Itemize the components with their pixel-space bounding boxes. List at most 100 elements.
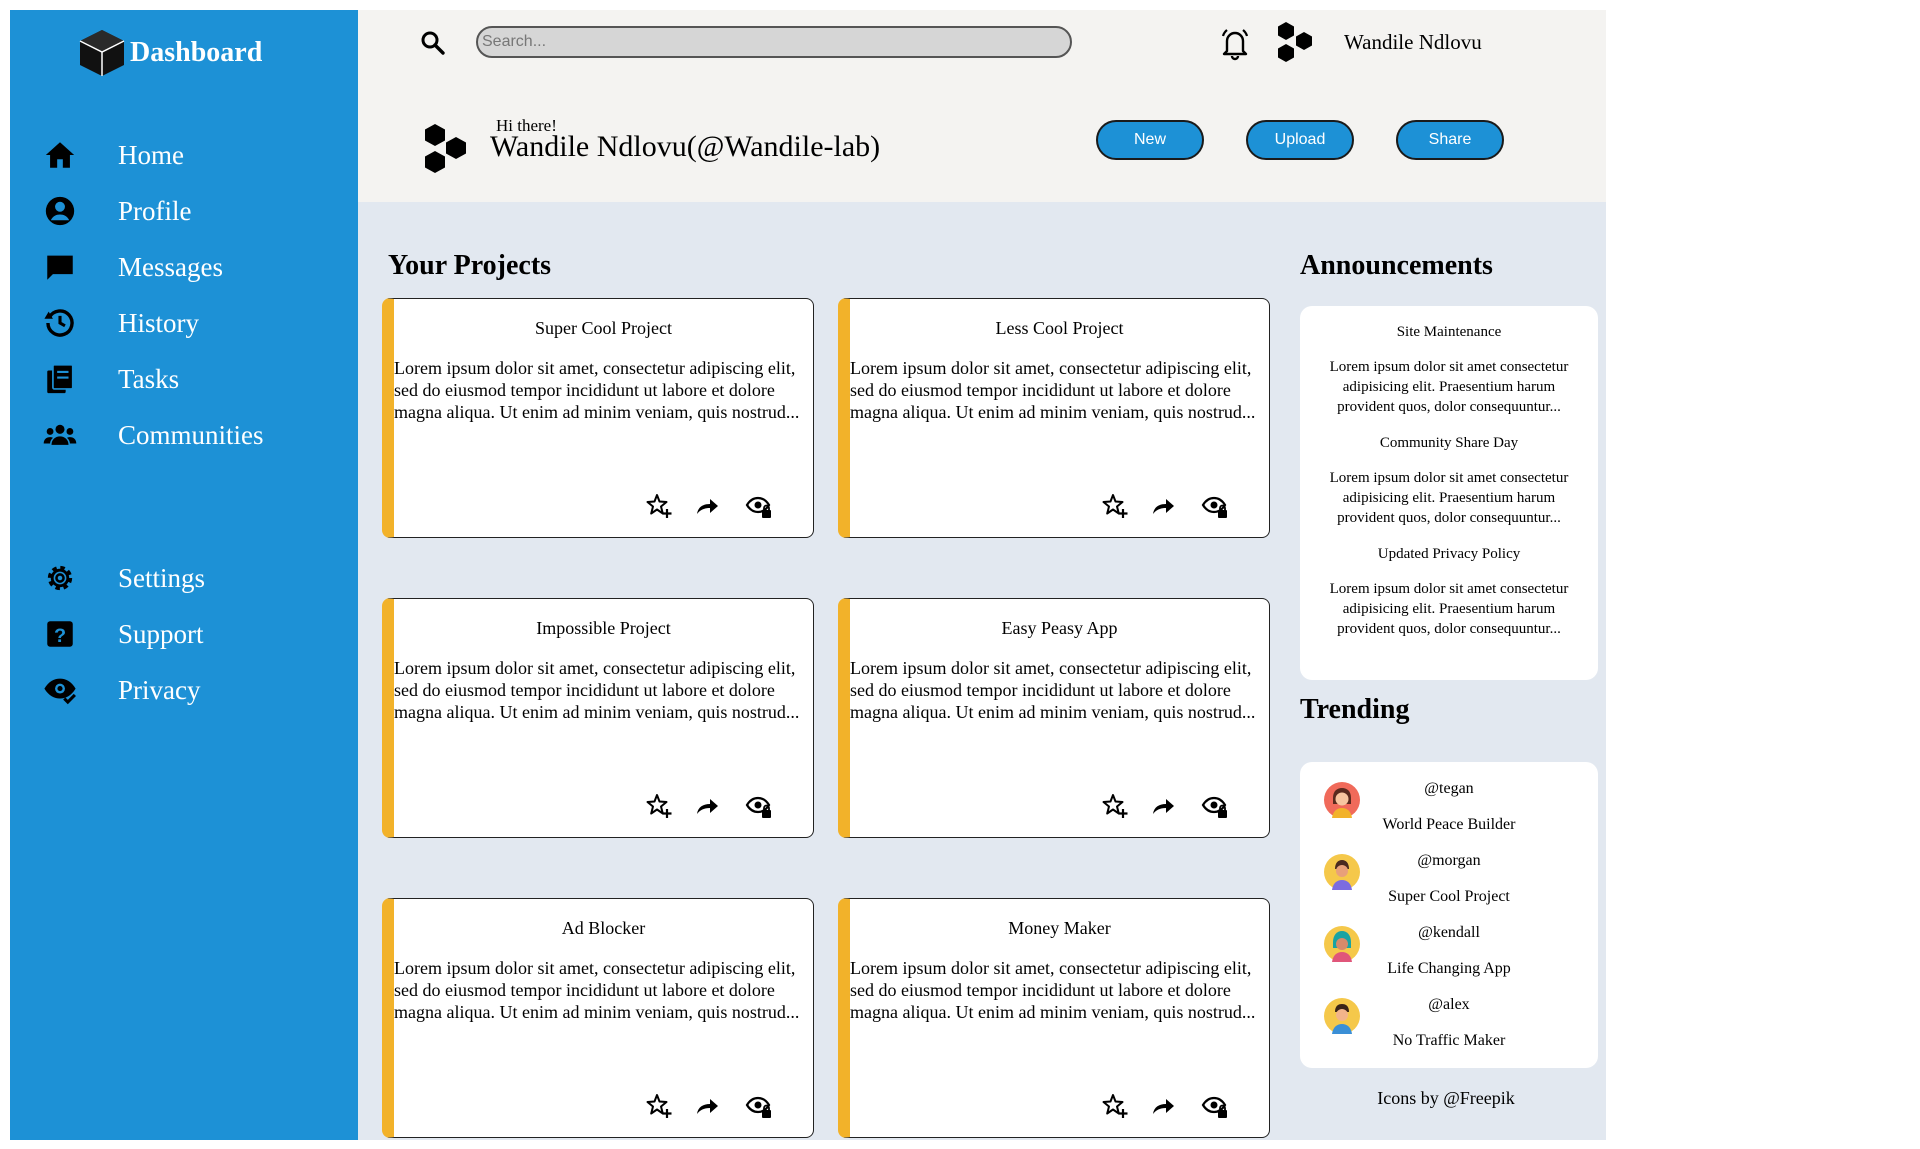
project-actions bbox=[1100, 491, 1230, 521]
user-avatar-icon[interactable] bbox=[1274, 20, 1318, 68]
project-actions bbox=[644, 1091, 774, 1121]
announcement-item[interactable]: Updated Privacy Policy Lorem ipsum dolor… bbox=[1300, 546, 1598, 639]
header-user-name[interactable]: Wandile Ndlovu bbox=[1344, 30, 1482, 55]
svg-text:?: ? bbox=[54, 625, 66, 647]
trending-project: Life Changing App bbox=[1387, 960, 1511, 977]
search-input[interactable] bbox=[476, 26, 1072, 58]
project-actions bbox=[1100, 1091, 1230, 1121]
visibility-lock-icon[interactable] bbox=[744, 1091, 774, 1121]
project-description: Lorem ipsum dolor sit amet, consectetur … bbox=[394, 958, 800, 1022]
tasks-icon bbox=[42, 361, 78, 397]
sidebar-item-label: Tasks bbox=[118, 363, 180, 394]
search-icon[interactable] bbox=[418, 28, 448, 58]
sidebar-nav-secondary: Settings ? Support Privacy bbox=[10, 550, 358, 718]
trending-item[interactable]: @kendall Life Changing App bbox=[1300, 906, 1598, 978]
project-title: Less Cool Project bbox=[995, 318, 1124, 338]
announcement-title: Community Share Day bbox=[1379, 435, 1519, 451]
visibility-lock-icon[interactable] bbox=[744, 791, 774, 821]
upload-button[interactable]: Upload bbox=[1246, 120, 1354, 160]
communities-icon bbox=[42, 417, 78, 453]
trending-project: Super Cool Project bbox=[1388, 888, 1510, 905]
share-arrow-icon[interactable] bbox=[692, 491, 722, 521]
main-content: Wandile Ndlovu Hi there! Wandile Ndlovu(… bbox=[358, 10, 1606, 1140]
user-handle: Wandile Ndlovu(@Wandile-lab) bbox=[490, 130, 881, 163]
project-card[interactable]: Less Cool Project Lorem ipsum dolor sit … bbox=[838, 298, 1270, 538]
favorite-star-icon[interactable] bbox=[1100, 1091, 1130, 1121]
visibility-lock-icon[interactable] bbox=[1200, 1091, 1230, 1121]
share-button[interactable]: Share bbox=[1396, 120, 1504, 160]
share-arrow-icon[interactable] bbox=[1148, 491, 1178, 521]
sidebar-item-support[interactable]: ? Support bbox=[10, 606, 358, 662]
privacy-eye-icon bbox=[42, 672, 78, 708]
project-card[interactable]: Super Cool Project Lorem ipsum dolor sit… bbox=[382, 298, 814, 538]
project-actions bbox=[644, 491, 774, 521]
sidebar-item-communities[interactable]: Communities bbox=[10, 407, 358, 463]
share-arrow-icon[interactable] bbox=[1148, 791, 1178, 821]
projects-heading: Your Projects bbox=[388, 250, 552, 281]
brand-title: Dashboard bbox=[130, 36, 263, 68]
sidebar-item-home[interactable]: Home bbox=[10, 127, 358, 183]
cube-logo-icon bbox=[76, 27, 128, 84]
trending-handle: @tegan bbox=[1424, 780, 1474, 797]
trending-item[interactable]: @tegan World Peace Builder bbox=[1300, 762, 1598, 834]
visibility-lock-icon[interactable] bbox=[744, 491, 774, 521]
share-arrow-icon[interactable] bbox=[1148, 1091, 1178, 1121]
trending-heading: Trending bbox=[1300, 694, 1410, 725]
trending-item[interactable]: @morgan Super Cool Project bbox=[1300, 834, 1598, 906]
sidebar-item-label: History bbox=[118, 307, 199, 338]
new-button[interactable]: New bbox=[1096, 120, 1204, 160]
share-arrow-icon[interactable] bbox=[692, 791, 722, 821]
profile-avatar-icon bbox=[420, 122, 472, 178]
trending-item[interactable]: @alex No Traffic Maker bbox=[1300, 978, 1598, 1050]
project-card[interactable]: Money Maker Lorem ipsum dolor sit amet, … bbox=[838, 898, 1270, 1138]
announcement-title: Site Maintenance bbox=[1396, 324, 1502, 340]
project-card[interactable]: Impossible Project Lorem ipsum dolor sit… bbox=[382, 598, 814, 838]
project-title: Ad Blocker bbox=[561, 918, 646, 938]
announcement-body: Lorem ipsum dolor sit amet consectetur a… bbox=[1329, 359, 1569, 415]
brand[interactable]: Dashboard bbox=[76, 27, 262, 84]
favorite-star-icon[interactable] bbox=[644, 491, 674, 521]
announcements-panel: Site Maintenance Lorem ipsum dolor sit a… bbox=[1300, 306, 1598, 680]
announcement-item[interactable]: Site Maintenance Lorem ipsum dolor sit a… bbox=[1300, 324, 1598, 417]
sidebar-item-label: Support bbox=[118, 618, 204, 649]
announcement-item[interactable]: Community Share Day Lorem ipsum dolor si… bbox=[1300, 435, 1598, 528]
visibility-lock-icon[interactable] bbox=[1200, 791, 1230, 821]
project-title: Money Maker bbox=[1008, 918, 1111, 938]
sidebar-item-privacy[interactable]: Privacy bbox=[10, 662, 358, 718]
sidebar-item-history[interactable]: History bbox=[10, 295, 358, 351]
project-card[interactable]: Ad Blocker Lorem ipsum dolor sit amet, c… bbox=[382, 898, 814, 1138]
message-icon bbox=[42, 249, 78, 285]
favorite-star-icon[interactable] bbox=[1100, 791, 1130, 821]
visibility-lock-icon[interactable] bbox=[1200, 491, 1230, 521]
favorite-star-icon[interactable] bbox=[644, 791, 674, 821]
sidebar-item-settings[interactable]: Settings bbox=[10, 550, 358, 606]
dashboard-app: Dashboard Home Profile Messages History … bbox=[10, 10, 1606, 1140]
bell-icon[interactable] bbox=[1218, 26, 1252, 62]
sidebar-item-label: Privacy bbox=[118, 674, 201, 705]
sidebar-item-label: Home bbox=[118, 139, 184, 170]
project-actions bbox=[1100, 791, 1230, 821]
favorite-star-icon[interactable] bbox=[644, 1091, 674, 1121]
sidebar-item-tasks[interactable]: Tasks bbox=[10, 351, 358, 407]
trending-handle: @kendall bbox=[1418, 924, 1480, 941]
sidebar-item-profile[interactable]: Profile bbox=[10, 183, 358, 239]
project-description: Lorem ipsum dolor sit amet, consectetur … bbox=[850, 958, 1256, 1022]
project-description: Lorem ipsum dolor sit amet, consectetur … bbox=[850, 358, 1256, 422]
sidebar-nav-main: Home Profile Messages History Tasks Comm… bbox=[10, 127, 358, 463]
trending-project: World Peace Builder bbox=[1382, 816, 1516, 833]
sidebar-item-label: Messages bbox=[118, 251, 223, 282]
project-card[interactable]: Easy Peasy App Lorem ipsum dolor sit ame… bbox=[838, 598, 1270, 838]
user-circle-icon bbox=[42, 193, 78, 229]
share-arrow-icon[interactable] bbox=[692, 1091, 722, 1121]
announcement-title: Updated Privacy Policy bbox=[1377, 546, 1521, 562]
trending-handle: @alex bbox=[1428, 996, 1470, 1013]
project-actions bbox=[644, 791, 774, 821]
favorite-star-icon[interactable] bbox=[1100, 491, 1130, 521]
home-icon bbox=[42, 137, 78, 173]
sidebar-item-label: Settings bbox=[118, 562, 206, 593]
icon-credits[interactable]: Icons by @Freepik bbox=[1300, 1088, 1592, 1109]
top-header: Wandile Ndlovu Hi there! Wandile Ndlovu(… bbox=[358, 10, 1606, 202]
announcement-body: Lorem ipsum dolor sit amet consectetur a… bbox=[1329, 581, 1569, 637]
question-icon: ? bbox=[42, 616, 78, 652]
sidebar-item-messages[interactable]: Messages bbox=[10, 239, 358, 295]
